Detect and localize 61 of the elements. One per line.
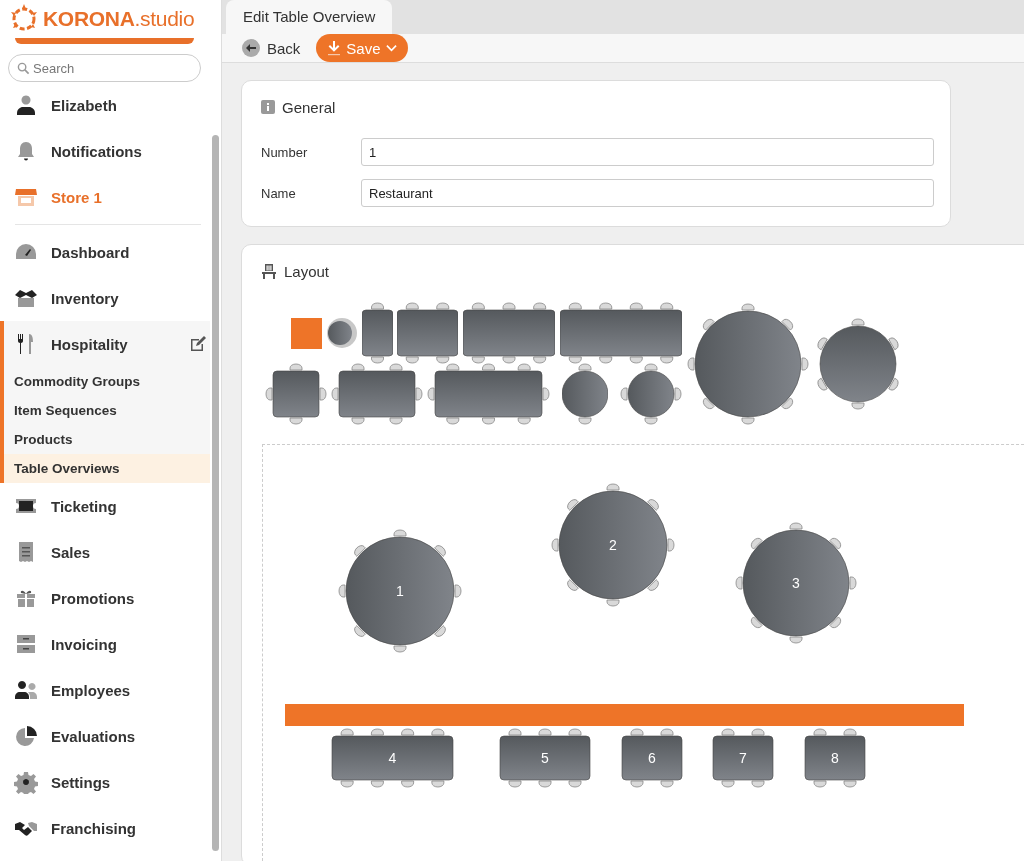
sidebar-item[interactable]: Franchising	[0, 805, 210, 851]
search-field[interactable]: Search	[8, 54, 201, 82]
round-table-icon[interactable]	[327, 318, 357, 348]
chair-icon	[261, 263, 277, 279]
sidebar-item[interactable]: Settings	[0, 759, 210, 805]
rectangular-table-icon[interactable]	[330, 362, 424, 426]
scrollbar-thumb[interactable]	[212, 135, 219, 851]
sidebar-item[interactable]: Elizabeth	[0, 82, 210, 128]
table-number: 4	[388, 750, 397, 766]
edit-icon[interactable]	[190, 336, 206, 352]
chevron-down-icon	[385, 44, 397, 52]
info-icon	[261, 100, 275, 114]
section-title: General	[282, 98, 336, 116]
sidebar-item[interactable]: Promotions	[0, 575, 210, 621]
back-button[interactable]: Back	[242, 39, 301, 57]
rectangular-table-icon[interactable]	[426, 362, 551, 426]
table-number: 7	[739, 750, 747, 766]
table-number: 5	[541, 750, 549, 766]
sidebar-item[interactable]: Ticketing	[0, 483, 210, 529]
sidebar-item[interactable]: Hospitality	[4, 321, 210, 367]
submenu-item[interactable]: Table Overviews	[4, 454, 210, 483]
rectangular-table-icon[interactable]	[362, 301, 393, 365]
round-table-icon[interactable]	[562, 362, 608, 426]
table-number: 6	[648, 750, 656, 766]
sidebar-item[interactable]: Sales	[0, 529, 210, 575]
sidebar-item[interactable]: Inventory	[0, 275, 210, 321]
tab[interactable]: Edit Table Overview	[226, 0, 393, 34]
section-title: Layout	[284, 262, 330, 280]
sidebar-item[interactable]: Invoicing	[0, 621, 210, 667]
pie-chart-icon	[14, 724, 38, 748]
submenu-item[interactable]: Commodity Groups	[4, 367, 210, 396]
search-icon	[17, 62, 30, 75]
people-icon	[14, 678, 38, 702]
sidebar-item[interactable]: Employees	[0, 667, 210, 713]
cabinet-icon	[14, 632, 38, 656]
field-label: Number	[261, 144, 309, 160]
rectangular-table-icon[interactable]	[463, 301, 555, 365]
sidebar-item[interactable]: Evaluations	[0, 713, 210, 759]
round-table-drawing[interactable]	[337, 528, 463, 654]
submenu-item[interactable]: Products	[4, 425, 210, 454]
rectangular-table-icon[interactable]	[560, 301, 682, 365]
round-table-icon[interactable]	[686, 302, 810, 426]
rectangular-table-icon[interactable]	[264, 362, 328, 426]
sidebar-item[interactable]: Notifications	[0, 128, 210, 174]
person-icon	[14, 93, 38, 117]
round-table-icon[interactable]	[619, 362, 683, 426]
round-table-drawing[interactable]	[550, 482, 676, 608]
input-field[interactable]: 1	[361, 138, 934, 166]
logo-text: KORONA.studio	[43, 7, 195, 31]
sidebar-item[interactable]: Dashboard	[0, 229, 210, 275]
gear-icon	[14, 770, 38, 794]
round-table-drawing[interactable]	[734, 521, 858, 645]
submenu-item[interactable]: Item Sequences	[4, 396, 210, 425]
table-number: 8	[831, 750, 839, 766]
rectangular-table-icon[interactable]	[397, 301, 458, 365]
table-number: 3	[792, 575, 800, 591]
download-icon	[327, 40, 342, 56]
table-number: 2	[609, 537, 617, 553]
input-field[interactable]: Restaurant	[361, 179, 934, 207]
field-label: Name	[261, 185, 297, 201]
table-number: 1	[396, 583, 404, 599]
